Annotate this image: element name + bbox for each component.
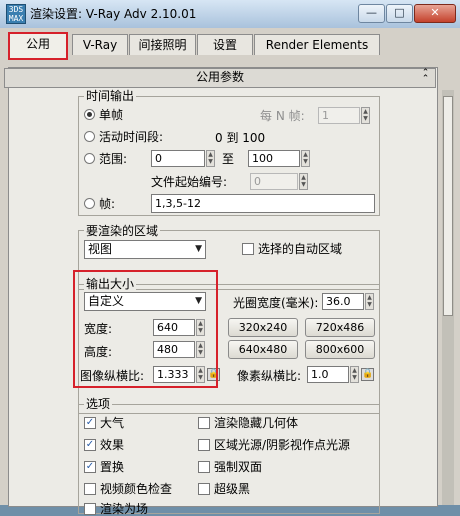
active-time-segment-range: 0 到 100 xyxy=(215,131,266,145)
frames-input[interactable] xyxy=(151,194,375,213)
preset-320x240-button[interactable]: 320x240 xyxy=(228,318,298,337)
super-black-label: 超级黑 xyxy=(214,482,251,496)
range-from-input[interactable] xyxy=(151,150,205,167)
tab-indirect-illumination[interactable]: 间接照明 xyxy=(129,34,196,55)
effects-label: 效果 xyxy=(100,438,125,452)
file-start-number-label: 文件起始编号: xyxy=(151,175,228,189)
title-bar[interactable]: 3DS MAX 渲染设置: V-Ray Adv 2.10.01 — □ ✕ xyxy=(0,0,460,29)
lock-icon[interactable]: 🔒 xyxy=(361,368,374,381)
render-area-value: 视图 xyxy=(88,242,113,256)
every-n-frames-label: 每 N 帧: xyxy=(260,109,305,123)
close-button[interactable]: ✕ xyxy=(414,4,456,23)
pixel-aspect-input[interactable] xyxy=(307,366,349,383)
render-setup-window: 3DS MAX 渲染设置: V-Ray Adv 2.10.01 — □ ✕ 公用… xyxy=(0,0,460,516)
pixel-aspect-label: 像素纵横比: xyxy=(237,369,302,383)
time-output-title: 时间输出 xyxy=(84,89,137,103)
displacement-label: 置换 xyxy=(100,460,125,474)
dialog-client-area: 公用 V-Ray 间接照明 设置 Render Elements 公用参数 ⌃ ⌃… xyxy=(0,28,460,516)
range-to-input[interactable] xyxy=(248,150,300,167)
rollout-common-parameters[interactable]: 公用参数 ⌃ ⌃ xyxy=(4,68,436,88)
aperture-width-label: 光圈宽度(毫米): xyxy=(233,296,319,310)
atmospherics-checkbox[interactable]: ✓ xyxy=(84,417,96,429)
rollout-title: 公用参数 xyxy=(195,70,244,84)
render-area-title: 要渲染的区域 xyxy=(84,224,161,238)
range-radio[interactable] xyxy=(84,153,95,164)
dropdown-arrow-icon: ▼ xyxy=(195,244,202,254)
pixel-aspect-spinner[interactable]: ▲ ▼ xyxy=(350,366,359,383)
range-from-spinner[interactable]: ▲ ▼ xyxy=(206,150,215,167)
force-two-sided-label: 强制双面 xyxy=(214,460,263,474)
frames-radio[interactable] xyxy=(84,198,95,209)
super-black-checkbox[interactable] xyxy=(198,483,210,495)
video-color-check-checkbox[interactable] xyxy=(84,483,96,495)
highlight-box-output-size xyxy=(73,270,218,388)
single-frame-label: 单帧 xyxy=(99,108,124,122)
atmospherics-label: 大气 xyxy=(100,416,125,430)
auto-region-label: 选择的自动区域 xyxy=(258,242,343,256)
app-logo-icon: 3DS MAX xyxy=(6,4,26,24)
every-n-frames-input[interactable] xyxy=(318,107,360,124)
vertical-scrollbar[interactable] xyxy=(442,90,454,505)
preset-800x600-button[interactable]: 800x600 xyxy=(305,340,375,359)
frames-label: 帧: xyxy=(99,197,116,211)
single-frame-radio[interactable] xyxy=(84,109,95,120)
tab-render-elements[interactable]: Render Elements xyxy=(254,34,380,55)
file-start-number-input[interactable] xyxy=(250,173,298,190)
render-hidden-geometry-checkbox[interactable] xyxy=(198,417,210,429)
auto-region-checkbox[interactable] xyxy=(242,243,254,255)
aperture-width-spinner[interactable]: ▲ ▼ xyxy=(365,293,374,310)
chevron-up-double-icon[interactable]: ⌃ ⌃ xyxy=(420,69,431,84)
range-to-label: 至 xyxy=(222,152,235,166)
window-title: 渲染设置: V-Ray Adv 2.10.01 xyxy=(30,7,197,21)
area-lights-as-point-checkbox[interactable] xyxy=(198,439,210,451)
preset-720x486-button[interactable]: 720x486 xyxy=(305,318,375,337)
force-two-sided-checkbox[interactable] xyxy=(198,461,210,473)
every-n-frames-spinner[interactable]: ▲ ▼ xyxy=(361,107,370,124)
range-label: 范围: xyxy=(99,152,128,166)
minimize-button[interactable]: — xyxy=(358,4,385,23)
tab-settings[interactable]: 设置 xyxy=(197,34,253,55)
options-title: 选项 xyxy=(84,397,113,411)
render-hidden-geometry-label: 渲染隐藏几何体 xyxy=(214,416,299,430)
video-color-check-label: 视频颜色检查 xyxy=(100,482,173,496)
active-time-segment-radio[interactable] xyxy=(84,131,95,142)
displacement-checkbox[interactable]: ✓ xyxy=(84,461,96,473)
file-start-number-spinner[interactable]: ▲ ▼ xyxy=(299,173,308,190)
preset-640x480-button[interactable]: 640x480 xyxy=(228,340,298,359)
render-to-fields-label: 渲染为场 xyxy=(100,502,149,516)
maximize-button[interactable]: □ xyxy=(386,4,413,23)
tab-common[interactable]: 公用 xyxy=(8,32,68,60)
area-lights-as-point-label: 区域光源/阴影视作点光源 xyxy=(214,438,351,452)
render-area-dropdown[interactable]: 视图 ▼ xyxy=(84,240,206,259)
effects-checkbox[interactable]: ✓ xyxy=(84,439,96,451)
aperture-width-input[interactable] xyxy=(322,293,364,310)
range-to-spinner[interactable]: ▲ ▼ xyxy=(301,150,310,167)
active-time-segment-label: 活动时间段: xyxy=(99,130,164,144)
tab-vray[interactable]: V-Ray xyxy=(72,34,128,55)
scrollbar-thumb[interactable] xyxy=(443,96,453,316)
